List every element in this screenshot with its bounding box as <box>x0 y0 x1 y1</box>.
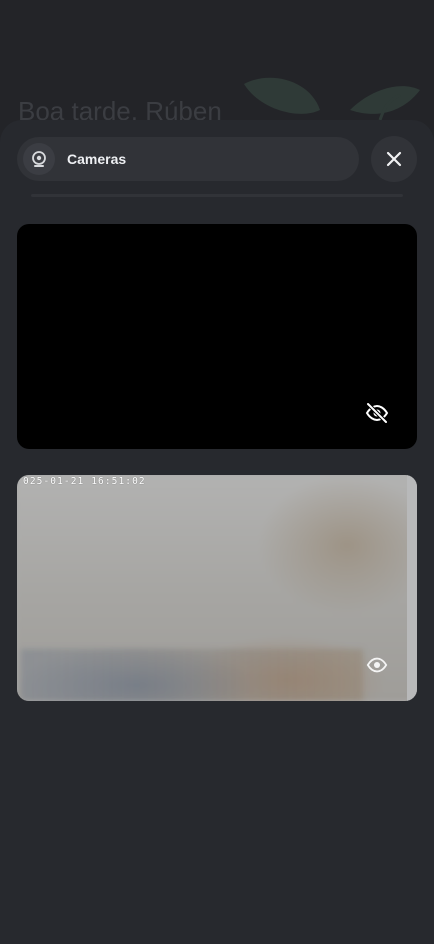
visibility-toggle-button[interactable] <box>363 651 391 679</box>
close-button[interactable] <box>371 136 417 182</box>
camera-timestamp: 025-01-21 16:51:02 <box>23 476 146 487</box>
sheet-header: Cameras <box>17 137 359 181</box>
camera-feed-2[interactable]: 025-01-21 16:51:02 <box>17 475 417 701</box>
header-divider <box>31 194 403 197</box>
visibility-toggle-button[interactable] <box>363 399 391 427</box>
eye-icon <box>366 657 388 673</box>
close-icon <box>386 151 402 167</box>
camera-feed-1[interactable] <box>17 224 417 449</box>
camera-video-edge <box>407 475 417 701</box>
sheet-title: Cameras <box>67 151 127 167</box>
camera-icon <box>23 143 55 175</box>
eye-off-icon <box>365 402 389 424</box>
camera-video-overlay <box>21 649 363 701</box>
